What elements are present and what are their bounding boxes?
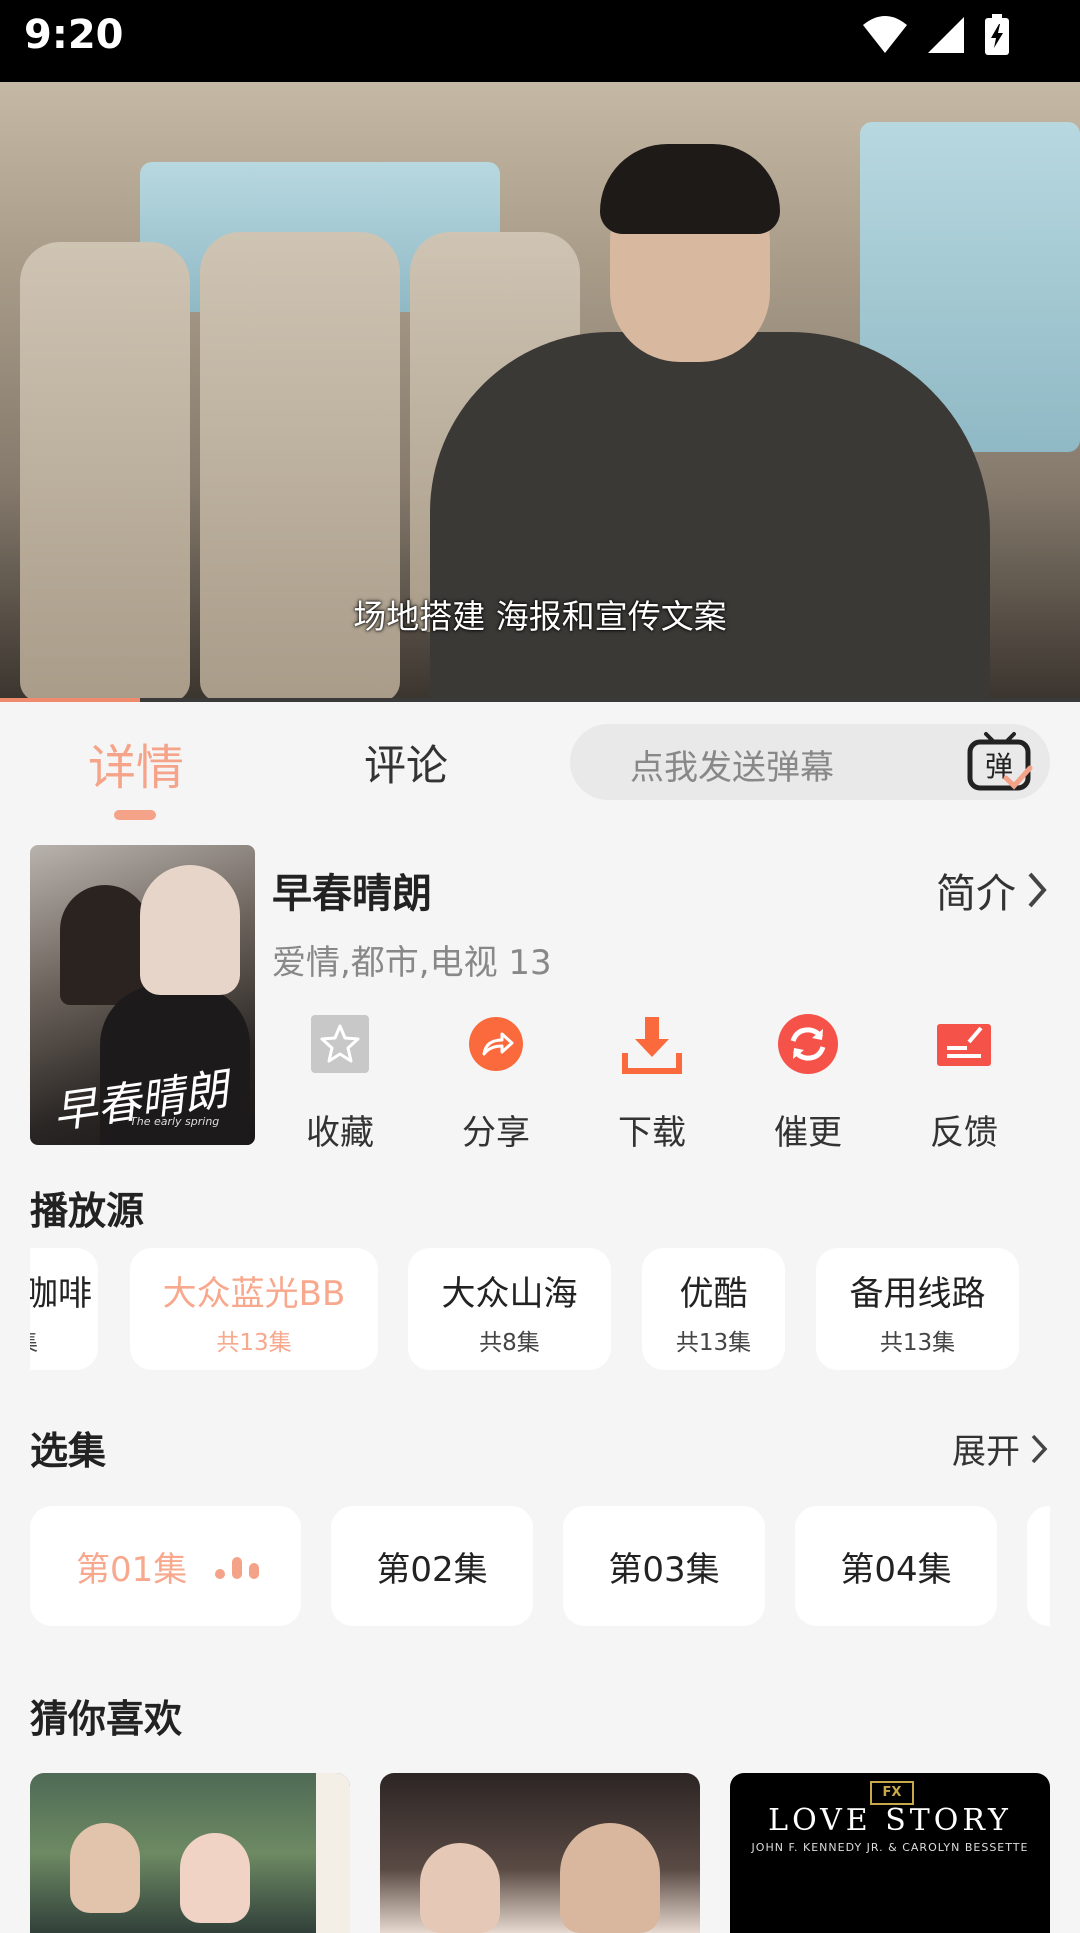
episode-label: 第04集 (840, 1549, 952, 1590)
episode-label: 第01集 (76, 1549, 188, 1590)
feedback-button[interactable]: 反馈 (904, 1013, 1024, 1154)
recommend-poster-strip (316, 1773, 350, 1933)
share-button[interactable]: 分享 (436, 1013, 556, 1154)
danmaku-placeholder: 点我发送弹幕 (630, 748, 834, 788)
recommend-poster-figure (560, 1823, 660, 1933)
detail-tabs: 详情 评论 点我发送弹幕 弹 (0, 702, 1080, 832)
chevron-right-icon (1031, 1434, 1048, 1463)
recommend-card[interactable] (380, 1773, 700, 1933)
show-genre: 爱情,都市,电视 13 (272, 943, 552, 983)
show-info: 早春晴朗 The early spring 早春晴朗 简介 爱情,都市,电视 1… (30, 845, 1050, 1153)
source-name: 备用线路 (849, 1274, 986, 1314)
tab-active-indicator (114, 810, 156, 820)
source-item[interactable]: 优酷 共13集 (642, 1248, 785, 1370)
request-update-label: 催更 (774, 1113, 842, 1153)
recommend-list: FX LOVE STORY JOHN F. KENNEDY JR. & CARO… (30, 1773, 1050, 1933)
download-button[interactable]: 下载 (592, 1013, 712, 1154)
action-bar: 收藏 分享 下载 催更 反馈 (280, 1013, 1040, 1153)
refresh-icon (778, 1014, 838, 1074)
episode-item[interactable]: 第04集 (795, 1506, 997, 1626)
recommend-brand: FX (870, 1781, 914, 1805)
recommend-poster-subtitle: JOHN F. KENNEDY JR. & CAROLYN BESSETTE (751, 1841, 1029, 1854)
star-icon (311, 1015, 369, 1073)
recommend-poster-figure (180, 1833, 250, 1923)
wifi-icon (863, 16, 907, 53)
share-label: 分享 (462, 1113, 530, 1153)
source-name: 大众山海 (441, 1274, 578, 1314)
expand-label: 展开 (952, 1432, 1020, 1472)
status-time: 9:20 (24, 12, 124, 58)
tab-comment[interactable]: 评论 (364, 732, 448, 793)
video-player[interactable]: 场地搭建 海报和宣传文案 (0, 82, 1080, 702)
recommend-title: 猜你喜欢 (30, 1697, 183, 1741)
episode-label: 第03集 (608, 1549, 720, 1590)
episodes-title: 选集 (30, 1429, 107, 1473)
episode-item-active[interactable]: 第01集 (30, 1506, 301, 1626)
source-count: 共8集 (479, 1330, 540, 1356)
video-subtitle: 场地搭建 海报和宣传文案 (353, 597, 727, 636)
download-icon (622, 1017, 682, 1074)
source-count: 共13集 (216, 1330, 292, 1356)
video-scene-person-hair (600, 144, 780, 234)
status-icons (862, 14, 1010, 56)
tab-detail[interactable]: 详情 (88, 728, 184, 798)
favorite-button[interactable]: 收藏 (280, 1013, 400, 1154)
source-list[interactable]: 咖啡 集 大众蓝光BB 共13集 大众山海 共8集 优酷 共13集 备用线路 共… (30, 1248, 1050, 1370)
poster-figure (60, 885, 150, 1005)
sources-title: 播放源 (30, 1189, 145, 1233)
battery-icon (985, 14, 1009, 55)
signal-icon (928, 17, 964, 53)
source-count: 共13集 (675, 1330, 752, 1356)
expand-episodes-link[interactable]: 展开 (952, 1424, 1050, 1473)
episode-item[interactable]: 第02集 (331, 1506, 533, 1626)
poster-subtitle: The early spring (130, 1115, 220, 1128)
chevron-right-icon (1028, 872, 1047, 908)
download-label: 下载 (618, 1113, 686, 1153)
poster-figure (140, 865, 240, 995)
request-update-button[interactable]: 催更 (748, 1013, 868, 1154)
recommend-card[interactable] (30, 1773, 350, 1933)
source-item[interactable]: 咖啡 集 (30, 1248, 98, 1370)
episode-item[interactable]: 第03集 (563, 1506, 765, 1626)
feedback-label: 反馈 (930, 1113, 998, 1153)
recommend-poster-title: LOVE STORY (768, 1803, 1012, 1838)
source-name: 咖啡 (30, 1274, 92, 1314)
intro-label: 简介 (936, 871, 1016, 917)
recommend-card[interactable]: FX LOVE STORY JOHN F. KENNEDY JR. & CARO… (730, 1773, 1050, 1933)
source-name: 优酷 (679, 1274, 748, 1314)
show-title: 早春晴朗 (272, 871, 432, 917)
source-item-active[interactable]: 大众蓝光BB 共13集 (130, 1248, 378, 1370)
video-scene-person (430, 332, 990, 702)
source-count: 集 (30, 1323, 98, 1357)
source-count: 共13集 (879, 1330, 956, 1356)
intro-link[interactable]: 简介 (936, 861, 1050, 919)
favorite-label: 收藏 (306, 1113, 374, 1153)
danmaku-input[interactable]: 点我发送弹幕 弹 (570, 724, 1050, 800)
source-item[interactable]: 备用线路 共13集 (816, 1248, 1019, 1370)
source-item[interactable]: 大众山海 共8集 (408, 1248, 611, 1370)
episode-list[interactable]: 第01集 第02集 第03集 第04集 (30, 1506, 1050, 1626)
show-poster[interactable]: 早春晴朗 The early spring (30, 845, 255, 1145)
feedback-icon (937, 1024, 991, 1066)
status-bar: 9:20 (0, 0, 1080, 82)
recommend-poster-figure (70, 1823, 140, 1913)
episode-label: 第02集 (376, 1549, 488, 1590)
share-icon (469, 1017, 523, 1071)
source-name: 大众蓝光BB (162, 1274, 346, 1314)
danmaku-toggle-icon[interactable]: 弹 (964, 728, 1036, 800)
playing-indicator-icon (215, 1553, 260, 1579)
episode-item[interactable] (1027, 1506, 1050, 1626)
